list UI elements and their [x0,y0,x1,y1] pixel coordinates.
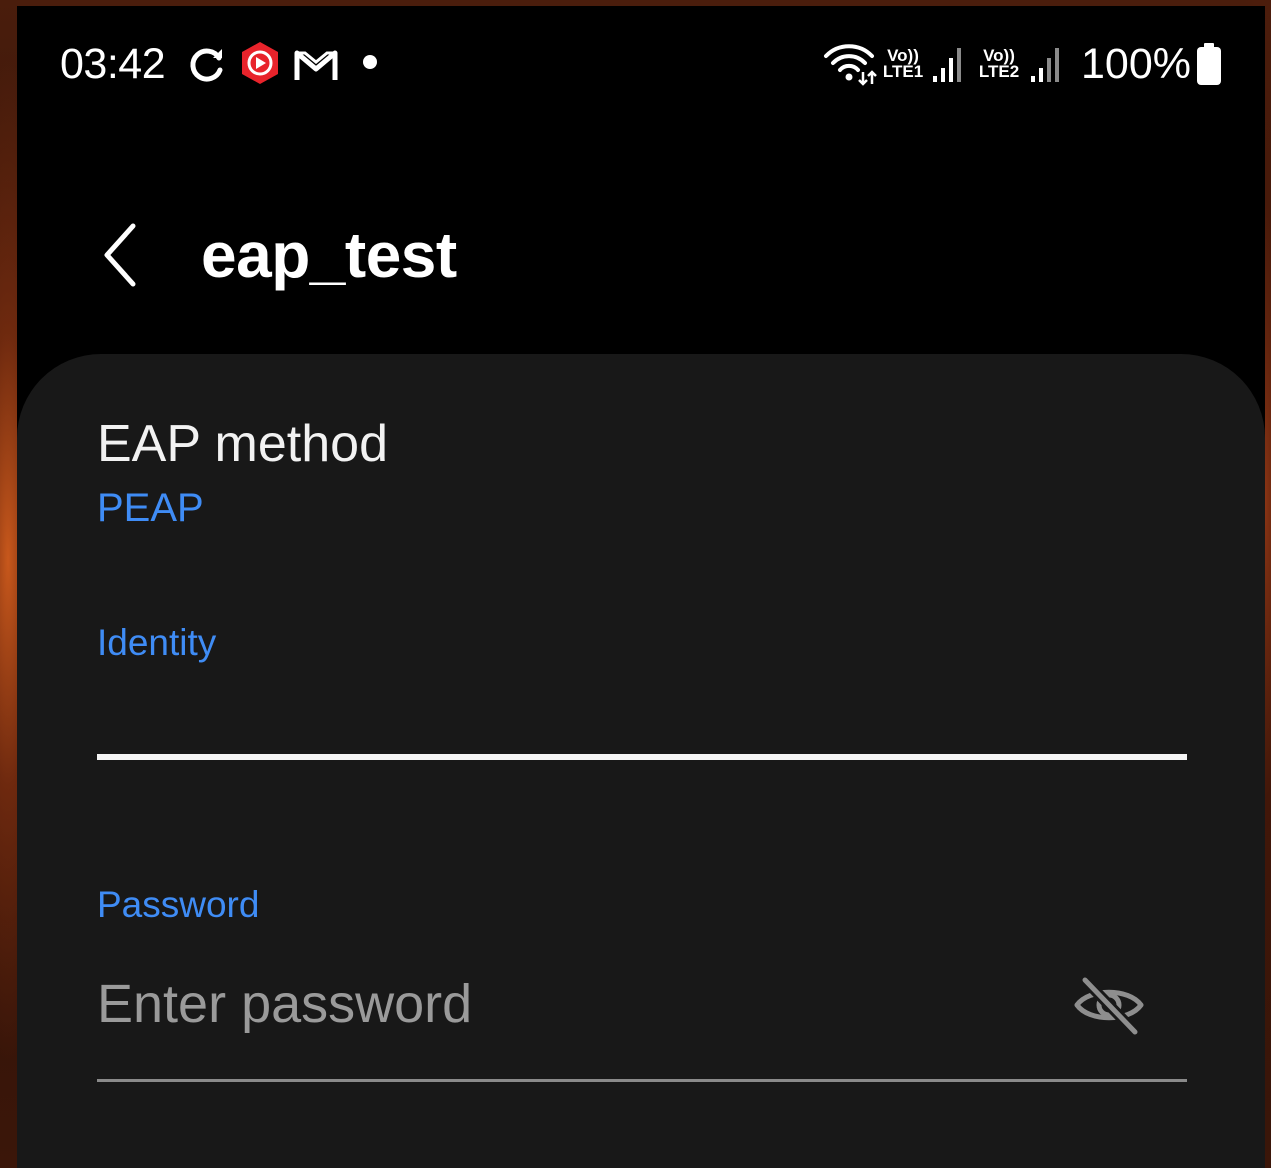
notification-dot-icon [363,55,377,69]
back-arrow-icon[interactable] [97,220,145,290]
sync-icon [190,48,223,82]
youtube-music-icon [242,42,278,84]
password-input[interactable] [97,946,1187,1082]
signal-sim2-icon [1031,48,1059,82]
signal-sim1-icon [933,48,961,82]
battery-icon [1197,43,1221,85]
gmail-icon [294,50,338,80]
status-bar: 03:42 Vo)) LTE1 Vo)) LTE2 100% [17,6,1265,118]
eap-method-label: EAP method [97,415,389,473]
volte-sim2-icon: Vo)) LTE2 [978,46,1020,81]
status-time: 03:42 [60,40,166,88]
wifi-config-card: EAP method PEAP Identity Password [17,354,1265,1168]
identity-input[interactable] [97,674,1187,760]
show-password-eye-off-icon[interactable] [1071,972,1147,1038]
page-title: eap_test [201,219,457,291]
password-label: Password [97,884,260,925]
volte-sim1-icon: Vo)) LTE1 [882,46,924,81]
battery-percentage: 100% [1081,40,1191,88]
identity-label: Identity [97,622,217,663]
phone-screen: 03:42 Vo)) LTE1 Vo)) LTE2 100% eap_test … [17,6,1265,1168]
eap-method-value: PEAP [97,486,204,530]
wifi-icon [824,44,877,86]
